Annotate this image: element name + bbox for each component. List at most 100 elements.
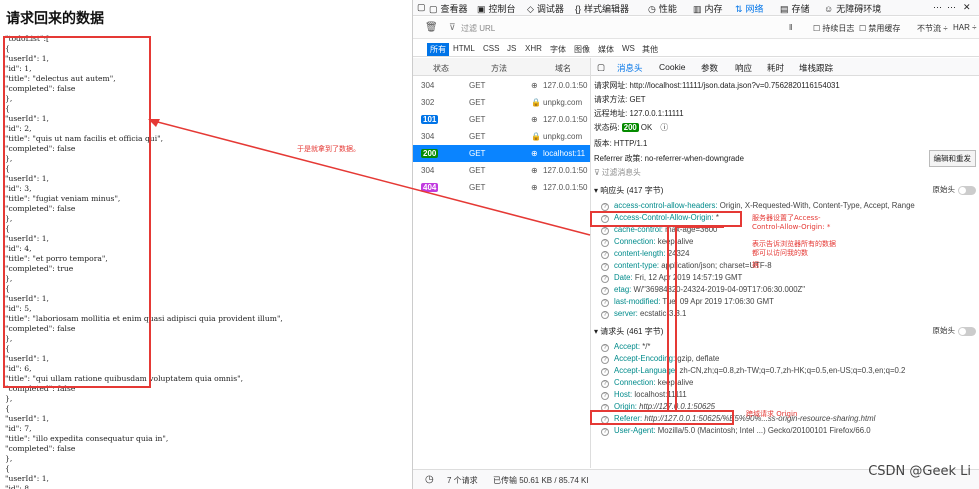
response-header: ? Date: Fri, 12 Apr 2019 14:57:19 GMT	[601, 273, 742, 283]
filter-icon: ⊽	[449, 22, 456, 32]
request-row[interactable]: 302 GET 🔒 unpkg.com	[413, 94, 590, 111]
persist-log-checkbox[interactable]: ☐ 持续日志	[813, 23, 854, 34]
page-title: 请求回来的数据	[6, 11, 104, 27]
annotation-box-origin	[590, 410, 734, 425]
filter-media[interactable]: 媒体	[595, 43, 617, 56]
request-row[interactable]: 304 GET ⊕ 127.0.0.1:50	[413, 77, 590, 94]
tab-stack-trace[interactable]: 堆栈跟踪	[799, 62, 833, 74]
globe-icon: ⊕	[531, 81, 538, 90]
inspector-icon[interactable]: ▢	[417, 2, 426, 13]
response-header: ? content-type: application/json; charset…	[601, 261, 772, 271]
throttle-select[interactable]: 不节流 ÷	[917, 23, 948, 34]
clock-icon[interactable]: ◷	[425, 474, 434, 485]
column-domain[interactable]: 域名	[555, 63, 571, 74]
annotation-got-data: 于是就拿到了数据。	[297, 145, 360, 153]
filter-other[interactable]: 其他	[639, 43, 661, 56]
status-code: 404	[421, 183, 439, 192]
request-method-line: 请求方法: GET	[594, 95, 646, 104]
tab-cookie[interactable]: Cookie	[659, 62, 685, 72]
request-header: ? Accept-Encoding: gzip, deflate	[601, 354, 719, 364]
tab-inspector[interactable]: ▢ 查看器	[429, 2, 468, 15]
raw-headers-toggle[interactable]: 原始头	[933, 325, 976, 336]
trash-icon[interactable]: 🗑	[425, 22, 438, 33]
filter-html[interactable]: HTML	[450, 43, 478, 54]
tab-response[interactable]: 响应	[735, 62, 752, 74]
tab-params[interactable]: 参数	[701, 62, 718, 74]
request-domain: 127.0.0.1:50	[543, 166, 588, 175]
filter-js[interactable]: JS	[504, 43, 519, 54]
devtools-toolbar: ▢ ▢ 查看器 ▣ 控制台 ◇ 调试器 {} 样式编辑器 ◷ 性能 ▥ 内存 ⇅ 网络 ▤ 存储…	[413, 0, 979, 16]
filter-ws[interactable]: WS	[619, 43, 638, 54]
request-row[interactable]: 304 GET 🔒 unpkg.com	[413, 128, 590, 145]
response-header: ? last-modified: Tue, 09 Apr 2019 17:06:3…	[601, 297, 774, 307]
filter-headers-input[interactable]: ⊽ 过滤消息头	[594, 167, 641, 178]
column-method[interactable]: 方法	[491, 63, 507, 74]
response-header: ? etag: W/"36984820-24324-2019-04-09T17:0…	[601, 285, 805, 295]
help-icon: ?	[601, 239, 609, 247]
filter-css[interactable]: CSS	[480, 43, 502, 54]
filter-xhr[interactable]: XHR	[522, 43, 545, 54]
close-detail-icon[interactable]: ▢	[597, 62, 605, 73]
tab-style-editor[interactable]: {} 样式编辑器	[575, 2, 629, 15]
referrer-policy: Referrer 政策: no-referrer-when-downgrade	[594, 154, 744, 163]
filter-images[interactable]: 图像	[571, 43, 593, 56]
more-options-icon[interactable]: ⋯	[947, 2, 956, 13]
filter-all[interactable]: 所有	[427, 43, 449, 56]
status-code: 302	[421, 98, 435, 107]
detail-tabs: ▢ 消息头 Cookie 参数 响应 耗时 堆栈跟踪	[591, 58, 979, 76]
edit-resend-button[interactable]: 编辑和重发	[928, 150, 976, 167]
tab-timings[interactable]: 耗时	[767, 62, 784, 74]
globe-icon: ⊕	[531, 149, 538, 158]
tab-memory[interactable]: ▥ 内存	[693, 2, 723, 15]
request-header: ? Connection: keep-alive	[601, 378, 693, 388]
request-domain: 127.0.0.1:50	[543, 115, 588, 124]
response-header: ? Connection: keep-alive	[601, 237, 693, 247]
tab-console[interactable]: ▣ 控制台	[477, 2, 516, 15]
status-code: 101	[421, 115, 439, 124]
request-method: GET	[469, 132, 486, 141]
request-row[interactable]: 304 GET ⊕ 127.0.0.1:50	[413, 162, 590, 179]
har-menu[interactable]: HAR ÷	[953, 23, 977, 32]
request-list-header: 状态 方法 域名	[413, 58, 590, 76]
request-type-filters: 所有 HTML CSS JS XHR 字体 图像 媒体 WS 其他	[413, 40, 979, 57]
tab-headers[interactable]: 消息头	[617, 62, 643, 74]
help-icon: ?	[601, 299, 609, 307]
close-icon[interactable]: ✕	[963, 2, 971, 13]
filter-fonts[interactable]: 字体	[547, 43, 569, 56]
help-icon: ?	[601, 287, 609, 295]
remote-address: 远程地址: 127.0.0.1:11111	[594, 109, 684, 118]
lock-icon: 🔒	[531, 132, 541, 141]
request-url: 请求网址: http://localhost:11111/json.data.j…	[594, 81, 840, 90]
annotation-cross-origin: 跨域请求 Origin	[746, 410, 798, 418]
globe-icon: ⊕	[531, 183, 538, 192]
request-row[interactable]: 404 GET ⊕ 127.0.0.1:50	[413, 179, 590, 196]
more-icon[interactable]: ⋯	[933, 2, 942, 13]
tab-accessibility[interactable]: ☺ 无障碍环境	[824, 2, 881, 15]
http-version: 版本: HTTP/1.1	[594, 139, 648, 148]
status-code: 304	[421, 166, 435, 175]
status-code: 200	[421, 149, 439, 158]
request-method: GET	[469, 183, 486, 192]
request-row-selected[interactable]: 200 GET ⊕ localhost:11	[413, 145, 590, 162]
filter-url-input[interactable]: 过滤 URL	[461, 23, 495, 34]
response-header: ? access-control-allow-headers: Origin, X…	[601, 201, 915, 211]
disable-cache-checkbox[interactable]: ☐ 禁用缓存	[859, 23, 900, 34]
response-headers-section[interactable]: ▾ 响应头 (417 字节)	[594, 185, 663, 196]
tab-network[interactable]: ⇅ 网络	[735, 2, 764, 15]
request-count: 7 个请求	[447, 476, 478, 485]
tab-performance[interactable]: ◷ 性能	[648, 2, 677, 15]
tab-storage[interactable]: ▤ 存储	[780, 2, 810, 15]
request-method: GET	[469, 166, 486, 175]
request-row[interactable]: 101 GET ⊕ 127.0.0.1:50	[413, 111, 590, 128]
pause-icon[interactable]: ‖	[789, 23, 792, 32]
request-headers-section[interactable]: ▾ 请求头 (461 字节)	[594, 326, 663, 337]
tab-debugger[interactable]: ◇ 调试器	[527, 2, 564, 15]
help-icon: ?	[601, 392, 609, 400]
raw-headers-toggle[interactable]: 原始头	[933, 184, 976, 195]
help-icon: ?	[601, 203, 609, 211]
response-header: ? server: ecstatic-3.3.1	[601, 309, 686, 319]
column-status[interactable]: 状态	[433, 63, 449, 74]
globe-icon: ⊕	[531, 115, 538, 124]
annotation-box-data	[3, 36, 151, 388]
help-icon[interactable]: ⓘ	[660, 123, 668, 132]
